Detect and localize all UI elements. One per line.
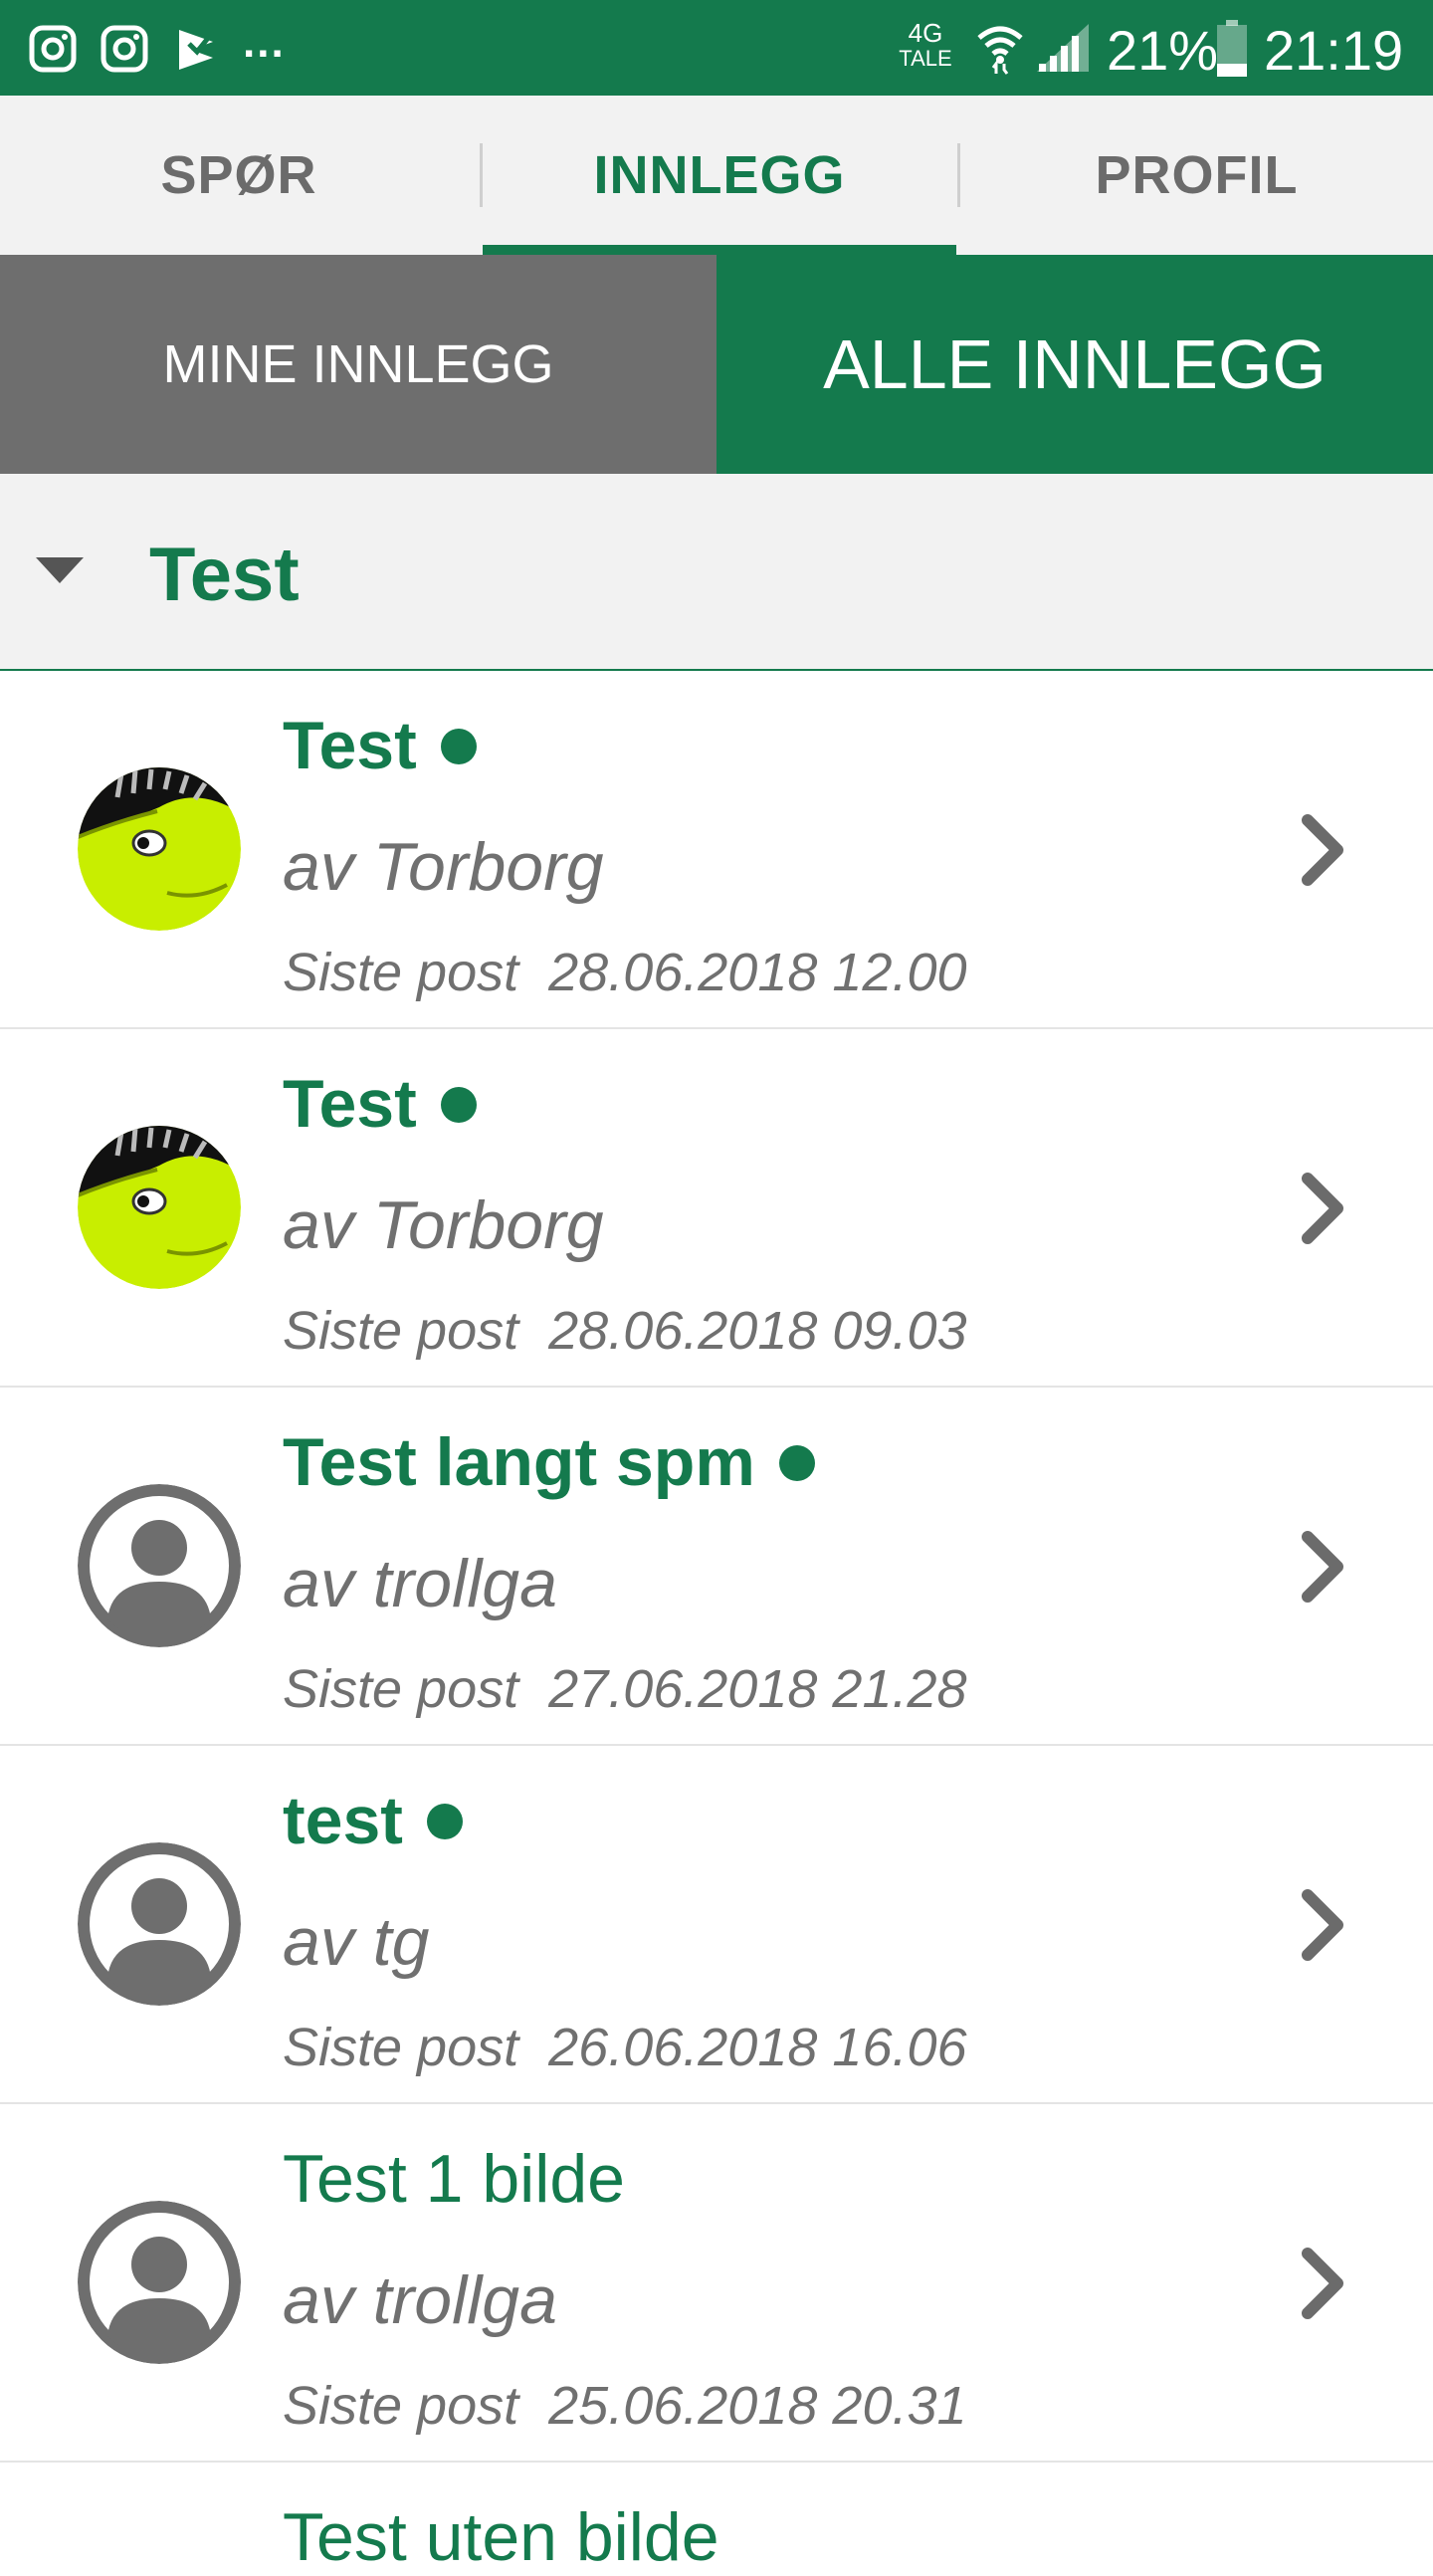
clock: 21:19 (1264, 19, 1404, 82)
post-title: Test uten bilde (283, 2499, 719, 2575)
post-title-container: Test (283, 1065, 477, 1143)
author-prefix: av (283, 2262, 354, 2338)
more-notifications-indicator: ... (243, 18, 286, 67)
unread-indicator (440, 1087, 477, 1124)
app-notification-icon (179, 30, 215, 70)
post-author-line: av Torborg (283, 828, 604, 906)
post-date-line: Siste post 25.06.2018 20.31 (283, 2375, 967, 2437)
network-type-label: 4G (908, 18, 943, 48)
chevron-right-icon[interactable] (1294, 810, 1353, 890)
post-date-line: Siste post 28.06.2018 09.03 (283, 1300, 967, 1362)
list-item[interactable]: Test uten bilde (0, 2463, 1433, 2575)
post-author: tg (372, 1904, 430, 1980)
alle-innlegg-button[interactable]: ALLE INNLEGG (716, 255, 1433, 474)
instagram-icon (101, 25, 148, 73)
post-title-container: Test 1 bilde (283, 2140, 625, 2218)
list-item[interactable]: Test 1 bilde av trollga Siste post 25.06… (0, 2104, 1433, 2463)
tab-innlegg[interactable]: INNLEGG (483, 96, 956, 255)
unread-indicator (778, 1445, 815, 1482)
battery-percentage: 21% (1107, 19, 1219, 82)
post-author-line: av Torborg (283, 1186, 604, 1264)
dinosaur-avatar (78, 1126, 241, 1289)
post-title-container: Test uten bilde (283, 2498, 719, 2576)
tab-profil[interactable]: PROFIL (960, 96, 1433, 255)
wifi-icon (977, 26, 1023, 75)
tab-spor[interactable]: SPØR (0, 96, 478, 255)
post-date-line: Siste post 27.06.2018 21.28 (283, 1658, 967, 1720)
signal-icon (1037, 24, 1089, 72)
list-item[interactable]: Test langt spm av trollga Siste post 27.… (0, 1388, 1433, 1746)
chevron-right-icon[interactable] (1294, 1885, 1353, 1965)
list-item[interactable]: Test av Torborg Siste post 28.06.2018 12… (0, 671, 1433, 1029)
status-bar: ... 4G TALE 21% 21:19 (0, 0, 1433, 96)
post-title: test (283, 1783, 403, 1858)
post-author-line: av trollga (283, 1545, 557, 1622)
instagram-icon (29, 25, 77, 73)
active-tab-indicator (483, 245, 956, 255)
author-prefix: av (283, 1904, 354, 1980)
date-prefix: Siste post (283, 2376, 519, 2436)
post-date-line: Siste post 28.06.2018 12.00 (283, 942, 967, 1003)
date-prefix: Siste post (283, 943, 519, 1002)
date-prefix: Siste post (283, 1659, 519, 1719)
unread-indicator (426, 1804, 463, 1840)
chevron-right-icon[interactable] (1294, 1527, 1353, 1607)
post-author-line: av tg (283, 1903, 429, 1981)
top-tab-bar: SPØR INNLEGG PROFIL (0, 96, 1433, 255)
default-user-avatar-icon (78, 2201, 241, 2364)
network-type-indicator: 4G TALE (898, 20, 953, 70)
chevron-right-icon[interactable] (1294, 1169, 1353, 1248)
default-user-avatar-icon (78, 1484, 241, 1647)
post-author-line: av trollga (283, 2261, 557, 2339)
author-prefix: av (283, 1546, 354, 1621)
mine-innlegg-button[interactable]: MINE INNLEGG (0, 255, 716, 474)
post-title-container: Test langt spm (283, 1423, 815, 1501)
list-item[interactable]: Test av Torborg Siste post 28.06.2018 09… (0, 1029, 1433, 1388)
date-prefix: Siste post (283, 2018, 519, 2077)
group-title: Test (149, 533, 300, 617)
post-title: Test (283, 708, 417, 783)
post-date-line: Siste post 26.06.2018 16.06 (283, 2017, 967, 2078)
default-user-avatar-icon (78, 1842, 241, 2006)
dinosaur-avatar (78, 767, 241, 931)
network-sub-label: TALE (899, 46, 952, 71)
post-author: Torborg (372, 829, 604, 905)
author-prefix: av (283, 1187, 354, 1263)
post-title-container: Test (283, 707, 477, 784)
battery-icon (1217, 20, 1247, 77)
post-title: Test langt spm (283, 1424, 755, 1500)
post-author: trollga (372, 1546, 557, 1621)
post-date: 27.06.2018 21.28 (548, 1659, 967, 1719)
post-title: Test (283, 1066, 417, 1142)
post-title: Test 1 bilde (283, 2141, 625, 2217)
post-date: 25.06.2018 20.31 (548, 2376, 967, 2436)
post-author: Torborg (372, 1187, 604, 1263)
post-title-container: test (283, 1782, 463, 1859)
list-item[interactable]: test av tg Siste post 26.06.2018 16.06 (0, 1746, 1433, 2104)
date-prefix: Siste post (283, 1301, 519, 1361)
post-author: trollga (372, 2262, 557, 2338)
caret-down-icon[interactable] (36, 557, 84, 583)
group-header[interactable]: Test (0, 474, 1433, 671)
post-date: 28.06.2018 09.03 (548, 1301, 967, 1361)
post-date: 28.06.2018 12.00 (548, 943, 967, 1002)
unread-indicator (440, 729, 477, 765)
post-date: 26.06.2018 16.06 (548, 2018, 967, 2077)
chevron-right-icon[interactable] (1294, 2244, 1353, 2323)
author-prefix: av (283, 829, 354, 905)
posts-list: Test av Torborg Siste post 28.06.2018 12… (0, 671, 1433, 2575)
